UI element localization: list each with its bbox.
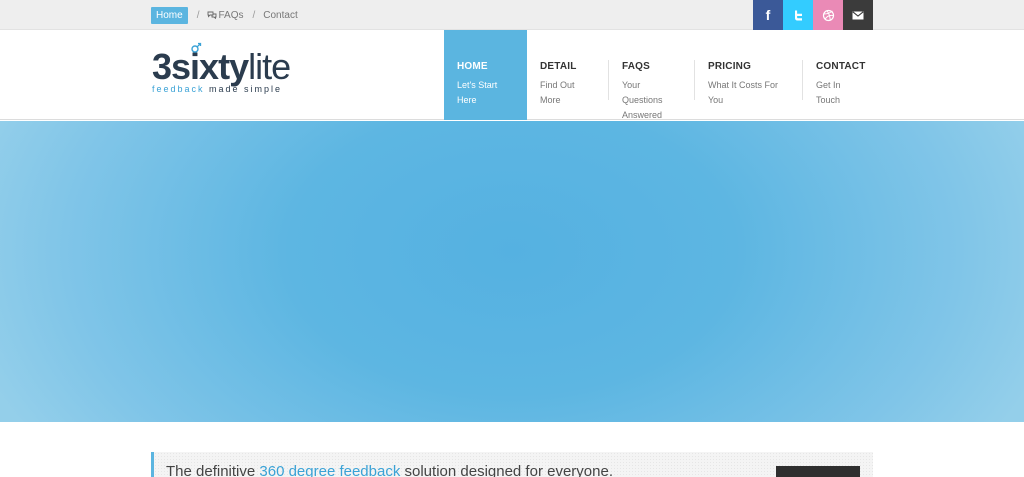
nav-title: HOME <box>457 61 488 72</box>
main-nav: HOME Let's Start Here DETAIL Find Out Mo… <box>444 30 875 120</box>
nav-title: CONTACT <box>816 61 866 72</box>
nav-title: FAQS <box>622 61 651 72</box>
breadcrumb-separator: / <box>196 10 200 21</box>
nav-subtitle: Your Questions Answered <box>622 78 682 123</box>
gender-symbol-icon <box>190 42 202 57</box>
nav-item-detail[interactable]: DETAIL Find Out More <box>527 30 608 120</box>
nav-title: PRICING <box>708 61 752 72</box>
logo-tagline: feedback made simple <box>152 84 290 94</box>
logo-sixty: sixty <box>171 46 249 87</box>
nav-item-contact[interactable]: CONTACT Get In Touch <box>803 30 875 120</box>
facebook-icon[interactable]: f <box>753 0 783 30</box>
chat-bubbles-icon <box>207 11 217 21</box>
nav-subtitle: Find Out More <box>540 80 575 105</box>
intro-text: solution designed for everyone. <box>400 463 613 477</box>
nav-subtitle: Get In Touch <box>816 80 841 105</box>
logo-lite: lite <box>248 46 291 87</box>
cta-button[interactable] <box>776 466 860 477</box>
breadcrumb-contact[interactable]: Contact <box>263 10 297 21</box>
twitter-icon[interactable] <box>783 0 813 30</box>
logo-number: 3 <box>152 46 172 87</box>
logo-tagline-feedback: feedback <box>152 84 205 94</box>
logo-wordmark: 3sixtylite <box>152 46 291 87</box>
nav-item-faqs[interactable]: FAQS Your Questions Answered <box>609 30 694 120</box>
nav-subtitle: What It Costs For You <box>708 80 779 105</box>
intro-text: The definitive <box>166 463 260 477</box>
site-header: 3sixtylite feedback made simple HOME Let… <box>0 30 1024 120</box>
intro-highlight-link[interactable]: 360 degree feedback <box>259 463 400 477</box>
breadcrumb-faqs-label: FAQs <box>218 10 244 21</box>
logo-tagline-rest: made simple <box>204 84 283 94</box>
email-icon[interactable] <box>843 0 873 30</box>
breadcrumb-home[interactable]: Home <box>151 7 188 24</box>
nav-subtitle: Let's Start Here <box>457 80 498 105</box>
intro-callout: The definitive 360 degree feedback solut… <box>151 452 873 477</box>
nav-subtitle-line: Your Questions <box>622 80 663 105</box>
hero-banner <box>0 121 1024 422</box>
top-bar: Home / FAQs / Contact f <box>0 0 1024 30</box>
breadcrumb: Home / FAQs / Contact <box>151 7 298 24</box>
intro-heading: The definitive 360 degree feedback solut… <box>166 463 613 477</box>
nav-item-pricing[interactable]: PRICING What It Costs For You <box>695 30 802 120</box>
dribbble-icon[interactable] <box>813 0 843 30</box>
logo[interactable]: 3sixtylite feedback made simple <box>152 42 291 94</box>
social-links: f <box>753 0 873 30</box>
nav-item-home[interactable]: HOME Let's Start Here <box>444 30 527 120</box>
breadcrumb-separator: / <box>252 10 256 21</box>
breadcrumb-faqs[interactable]: FAQs <box>207 10 243 21</box>
nav-title: DETAIL <box>540 61 577 72</box>
